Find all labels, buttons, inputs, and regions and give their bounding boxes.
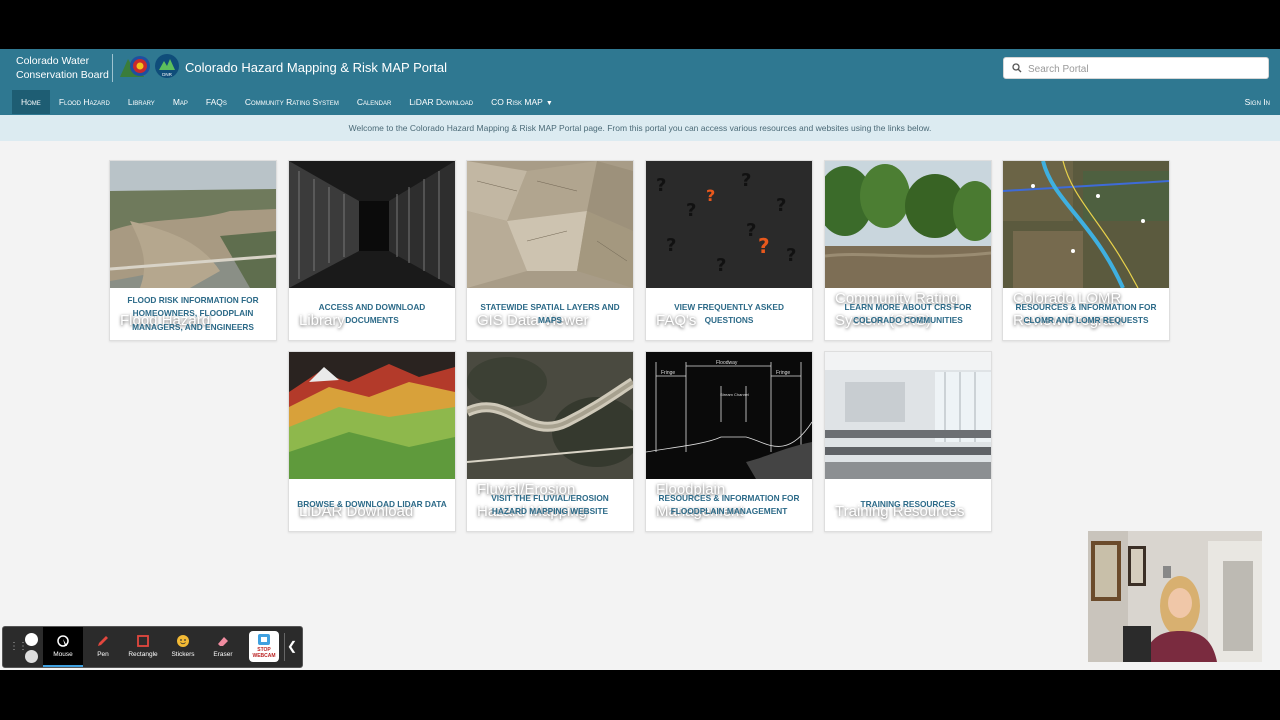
svg-text:?: ?: [741, 170, 751, 191]
search-box[interactable]: [1003, 57, 1269, 79]
mouse-tool-button[interactable]: Mouse: [43, 627, 83, 667]
tile-flood-hazard[interactable]: Flood Hazard FLOOD RISK INFORMATION FOR …: [109, 160, 277, 341]
org-name[interactable]: Colorado Water Conservation Board: [16, 54, 109, 82]
tile-description[interactable]: LEARN MORE ABOUT CRS FOR COLORADO COMMUN…: [831, 288, 985, 340]
caret-down-icon: ▼: [545, 100, 553, 107]
rectangle-icon: [137, 635, 149, 647]
tile-fluvial-erosion-hazard-mapping[interactable]: Fluvial/Erosion Hazard Mapping VISIT THE…: [466, 351, 634, 532]
svg-text:?: ?: [776, 195, 786, 216]
svg-text:?: ?: [786, 245, 796, 266]
question-marks-image: ???? ???? ? ?: [646, 161, 812, 288]
mouse-tool-label: Mouse: [53, 651, 73, 658]
drag-handle-icon[interactable]: ⋮⋮: [9, 641, 28, 652]
main-nav: Home Flood Hazard Library Map FAQs Commu…: [12, 90, 562, 114]
fringe-left-label: Fringe: [661, 370, 675, 376]
sign-in-link[interactable]: Sign In: [1245, 90, 1270, 114]
gis-maps-image: [467, 161, 633, 288]
eraser-tool-button[interactable]: Eraser: [203, 627, 243, 667]
site-header: Colorado Water Conservation Board DNR Co…: [0, 49, 1280, 115]
tile-training-resources[interactable]: Training Resources TRAINING RESOURCES: [824, 351, 992, 532]
tile-colorado-lomr-review-program[interactable]: Colorado LOMR Review Program RESOURCES &…: [1002, 160, 1170, 341]
floodway-label: Floodway: [716, 360, 738, 366]
annotation-toolbar: ⋮⋮ Mouse Pen Rectangle Stickers Eraser S…: [2, 626, 303, 668]
svg-text:?: ?: [666, 235, 676, 256]
tile-description[interactable]: FLOOD RISK INFORMATION FOR HOMEOWNERS, F…: [116, 288, 270, 340]
svg-text:?: ?: [758, 234, 770, 258]
org-name-line1: Colorado Water: [16, 55, 90, 67]
nav-map[interactable]: Map: [164, 90, 197, 114]
pen-tool-button[interactable]: Pen: [83, 627, 123, 667]
tile-gis-data-viewer[interactable]: GIS Data Viewer STATEWIDE SPATIAL LAYERS…: [466, 160, 634, 341]
presenter-webcam: [1088, 531, 1262, 662]
tile-faqs[interactable]: ???? ???? ? ? FAQ's VIEW FREQUENTLY ASKE…: [645, 160, 813, 341]
nav-calendar[interactable]: Calendar: [348, 90, 400, 114]
nav-co-risk-map[interactable]: CO Risk MAP ▼: [482, 90, 562, 114]
sticker-icon: [177, 635, 189, 647]
presenter-video-image: [1088, 531, 1262, 662]
svg-text:?: ?: [746, 220, 756, 241]
tile-description[interactable]: ACCESS AND DOWNLOAD DOCUMENTS: [295, 288, 449, 340]
stop-webcam-button[interactable]: STOP WEBCAM: [249, 631, 279, 662]
pen-icon: [98, 636, 108, 646]
library-image: [289, 161, 455, 288]
rectangle-tool-button[interactable]: Rectangle: [123, 627, 163, 667]
mouse-icon: [57, 635, 69, 647]
tile-floodplain-management[interactable]: Floodway Fringe Fringe Stream Channel Fl…: [645, 351, 813, 532]
svg-text:?: ?: [686, 200, 696, 221]
welcome-banner: Welcome to the Colorado Hazard Mapping &…: [0, 115, 1280, 141]
eraser-icon: [218, 637, 228, 646]
tile-description[interactable]: VISIT THE FLUVIAL/EROSION HAZARD MAPPING…: [473, 479, 627, 531]
tile-description[interactable]: VIEW FREQUENTLY ASKED QUESTIONS: [652, 288, 806, 340]
stickers-tool-label: Stickers: [171, 651, 195, 658]
tile-description[interactable]: STATEWIDE SPATIAL LAYERS AND MAPS: [473, 288, 627, 340]
tile-description[interactable]: RESOURCES & INFORMATION FOR CLOMR AND LO…: [1009, 288, 1163, 340]
lomr-map-image: [1003, 161, 1169, 288]
search-input[interactable]: [1026, 60, 1266, 78]
fringe-right-label: Fringe: [776, 370, 790, 376]
stickers-tool-button[interactable]: Stickers: [163, 627, 203, 667]
nav-lidar-download[interactable]: LiDAR Download: [400, 90, 482, 114]
pause-icon[interactable]: [25, 633, 38, 646]
rectangle-tool-label: Rectangle: [128, 651, 158, 658]
nav-home[interactable]: Home: [12, 90, 50, 114]
tile-description[interactable]: BROWSE & DOWNLOAD LIDAR DATA: [295, 479, 449, 531]
tile-library[interactable]: Library ACCESS AND DOWNLOAD DOCUMENTS: [288, 160, 456, 341]
nav-flood-hazard[interactable]: Flood Hazard: [50, 90, 119, 114]
chevron-left-icon[interactable]: ❮: [287, 639, 297, 653]
svg-text:?: ?: [706, 186, 715, 205]
tile-lidar-download[interactable]: LiDAR Download BROWSE & DOWNLOAD LIDAR D…: [288, 351, 456, 532]
classroom-image: [825, 352, 991, 479]
eraser-tool-label: Eraser: [213, 651, 233, 658]
lidar-terrain-image: [289, 352, 455, 479]
flooded-trees-image: [825, 161, 991, 288]
tile-community-rating-system[interactable]: Community Rating System (CRS) LEARN MORE…: [824, 160, 992, 341]
tile-description[interactable]: RESOURCES & INFORMATION FOR FLOODPLAIN M…: [652, 479, 806, 531]
portal-title[interactable]: Colorado Hazard Mapping & Risk MAP Porta…: [185, 60, 447, 75]
nav-community-rating-system[interactable]: Community Rating System: [236, 90, 348, 114]
search-icon: [1012, 63, 1022, 73]
svg-text:DNR: DNR: [162, 72, 172, 77]
toolbar-divider: [284, 633, 285, 661]
svg-text:?: ?: [656, 175, 666, 196]
org-name-line2: Conservation Board: [16, 69, 109, 81]
fluvial-aerial-image: [467, 352, 633, 479]
floodway-diagram-image: Floodway Fringe Fringe Stream Channel: [646, 352, 812, 479]
nav-library[interactable]: Library: [119, 90, 164, 114]
stream-channel-label: Stream Channel: [720, 392, 749, 397]
webcam-icon: [258, 634, 270, 645]
stop-record-icon[interactable]: [25, 650, 38, 663]
state-logos-icon[interactable]: DNR: [118, 53, 180, 83]
nav-co-risk-map-label: CO Risk MAP: [491, 97, 543, 107]
flood-hazard-image: [110, 161, 276, 288]
logo-divider: [112, 54, 113, 82]
stop-webcam-label: STOP WEBCAM: [252, 647, 276, 659]
nav-faqs[interactable]: FAQs: [197, 90, 236, 114]
tile-description[interactable]: TRAINING RESOURCES: [831, 479, 985, 531]
pen-tool-label: Pen: [97, 651, 109, 658]
svg-text:?: ?: [716, 255, 726, 276]
